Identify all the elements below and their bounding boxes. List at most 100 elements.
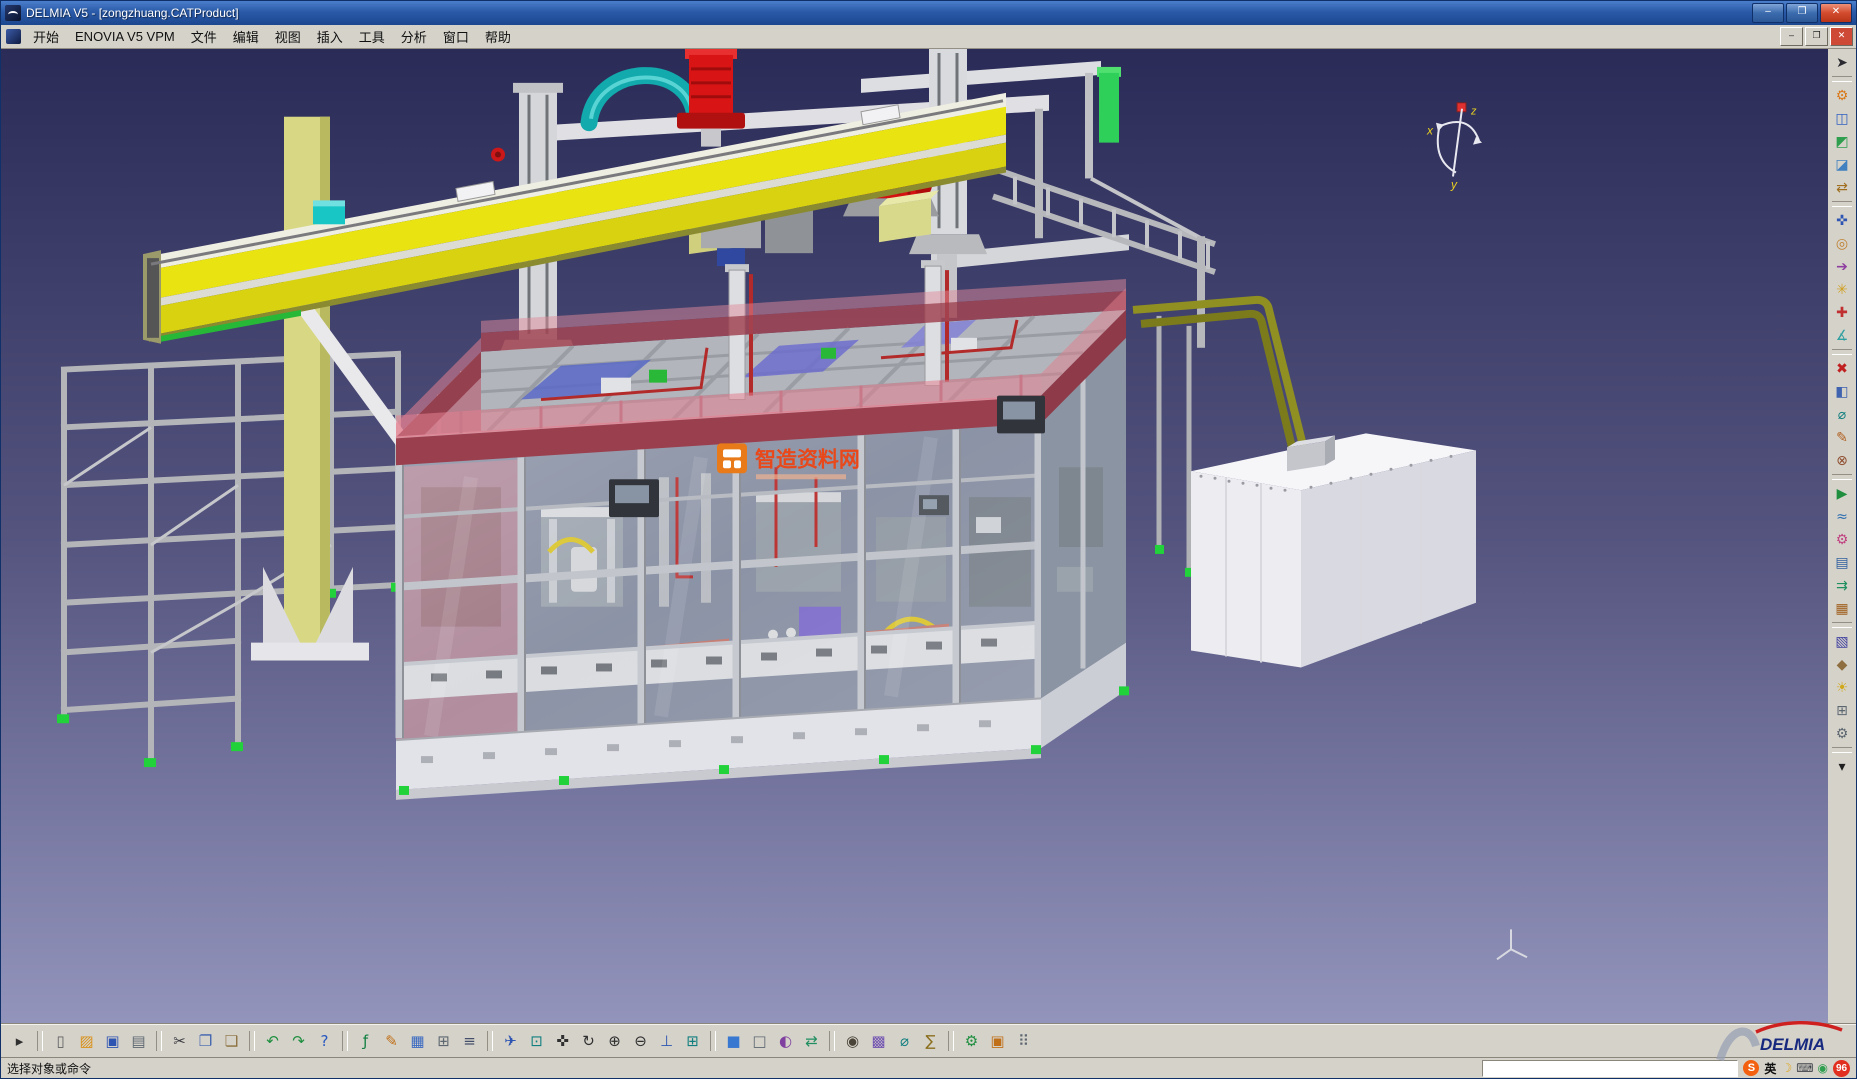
machine-enclosure[interactable] [396,260,1129,800]
hide-show-icon[interactable]: ◐ [773,1029,798,1053]
explode-icon[interactable]: ✳ [1830,278,1854,301]
resource-icon[interactable]: ▦ [1830,597,1854,620]
robot-task-icon[interactable]: ⚙ [1830,528,1854,551]
simulation-play-icon[interactable]: ▶ [1830,482,1854,505]
print-icon[interactable]: ▤ [126,1029,151,1053]
capture-icon[interactable]: ▣ [985,1029,1010,1053]
menu-start[interactable]: 开始 [25,25,67,48]
weld-spot-icon[interactable]: ⊗ [1830,449,1854,472]
menu-items: 开始ENOVIA V5 VPM文件编辑视图插入工具分析窗口帮助 [25,25,519,48]
settings-icon[interactable]: ⚙ [1830,722,1854,745]
toolbar-separator [37,1031,43,1051]
keyboard-icon[interactable]: ⌨ [1796,1061,1813,1075]
list-icon[interactable]: ≡ [457,1029,482,1053]
menu-enovia[interactable]: ENOVIA V5 VPM [67,27,183,46]
insert-part-icon[interactable]: ◪ [1830,153,1854,176]
menu-edit[interactable]: 编辑 [225,25,267,48]
close-button[interactable]: ✕ [1820,3,1852,23]
viewport-3d[interactable]: x y z 智造资料网 [1,49,1828,1024]
distance-band-icon[interactable]: ⌀ [1830,403,1854,426]
child-minimize-button[interactable]: – [1780,27,1803,46]
save-icon[interactable]: ▣ [100,1029,125,1053]
wireframe-view-icon[interactable]: □ [747,1029,772,1053]
bottom-toolbar: ▸▯▨▣▤✂❐❏↶↷?ƒ✎▦⊞≡✈⊡✜↻⊕⊖⊥⊞■□◐⇄◉▩⌀∑⚙▣⠿ [1,1024,1856,1057]
angle-constraint-icon[interactable]: ∡ [1830,324,1854,347]
toolbar-separator [1832,474,1852,480]
title-bar: DELMIA V5 - [zongzhuang.CATProduct] – ❐ … [1,1,1856,25]
smart-move-icon[interactable]: ➔ [1830,255,1854,278]
menu-view[interactable]: 视图 [267,25,309,48]
catalog-browser-icon[interactable]: ▧ [1830,630,1854,653]
toolbar-separator [829,1031,835,1051]
pan-icon[interactable]: ✜ [550,1029,575,1053]
zoom-out-icon[interactable]: ⊖ [628,1029,653,1053]
shaded-view-icon[interactable]: ■ [721,1029,746,1053]
command-input[interactable] [1482,1060,1738,1077]
grid-icon[interactable]: ⊞ [1830,699,1854,722]
new-file-icon[interactable]: ▯ [48,1029,73,1053]
redo-icon[interactable]: ↷ [286,1029,311,1053]
clash-analysis-icon[interactable]: ✖ [1830,357,1854,380]
cut-icon[interactable]: ✂ [167,1029,192,1053]
menu-tools[interactable]: 工具 [351,25,393,48]
menu-window[interactable]: 窗口 [435,25,477,48]
options-grid-icon[interactable]: ⠿ [1011,1029,1036,1053]
sectioning-icon[interactable]: ◧ [1830,380,1854,403]
compass-snap-icon[interactable]: ◎ [1830,232,1854,255]
toolbar-overflow-icon[interactable]: ▸ [7,1029,32,1053]
specification-tree-icon[interactable]: ⊞ [431,1029,456,1053]
mass-properties-icon[interactable]: ∑ [918,1029,943,1053]
measure-icon[interactable]: ⌀ [892,1029,917,1053]
annotation-icon[interactable]: ✎ [1830,426,1854,449]
notification-badge[interactable]: 96 [1833,1060,1850,1077]
status-bar: 选择对象或命令 S 英 ☽⌨◉ 96 [1,1057,1856,1078]
knowledge-gear-icon[interactable]: ⚙ [959,1029,984,1053]
light-icon[interactable]: ☀ [1830,676,1854,699]
select-arrow-icon[interactable]: ➤ [1830,51,1854,74]
menu-help[interactable]: 帮助 [477,25,519,48]
paste-icon[interactable]: ❏ [219,1029,244,1053]
fly-mode-icon[interactable]: ✈ [498,1029,523,1053]
toolbar-more-down-icon[interactable]: ▾ [1830,755,1854,778]
render-style-icon[interactable]: ▩ [866,1029,891,1053]
maximize-button[interactable]: ❐ [1786,3,1818,23]
swap-visible-space-icon[interactable]: ⇄ [799,1029,824,1053]
menu-file[interactable]: 文件 [183,25,225,48]
child-restore-button[interactable]: ❐ [1805,27,1828,46]
gantt-icon[interactable]: ▤ [1830,551,1854,574]
toolbar-separator [1832,747,1852,753]
zoom-in-icon[interactable]: ⊕ [602,1029,627,1053]
camera-icon[interactable]: ◉ [840,1029,865,1053]
workbench-icon[interactable]: ⚙ [1830,84,1854,107]
language-indicator[interactable]: 英 [1764,1060,1776,1077]
sogou-input-icon[interactable]: S [1743,1060,1759,1076]
whats-this-icon[interactable]: ? [312,1029,337,1053]
normal-view-icon[interactable]: ⊥ [654,1029,679,1053]
toolbar-separator [1832,622,1852,628]
design-table-icon[interactable]: ▦ [405,1029,430,1053]
menu-insert[interactable]: 插入 [309,25,351,48]
replace-component-icon[interactable]: ⇄ [1830,176,1854,199]
moon-icon[interactable]: ☽ [1781,1061,1792,1075]
open-folder-icon[interactable]: ▨ [74,1029,99,1053]
menu-analyze[interactable]: 分析 [393,25,435,48]
fit-all-in-icon[interactable]: ⊡ [524,1029,549,1053]
rule-editor-icon[interactable]: ✎ [379,1029,404,1053]
toolbar-separator [487,1031,493,1051]
move-manipulate-icon[interactable]: ✜ [1830,209,1854,232]
track-icon[interactable]: ≈ [1830,505,1854,528]
toolbar-separator [710,1031,716,1051]
product-structure-icon[interactable]: ◫ [1830,107,1854,130]
copy-icon[interactable]: ❐ [193,1029,218,1053]
process-icon[interactable]: ⇉ [1830,574,1854,597]
undo-icon[interactable]: ↶ [260,1029,285,1053]
toolbox-icon[interactable]: ◉ [1818,1061,1828,1075]
rotate-icon[interactable]: ↻ [576,1029,601,1053]
child-close-button[interactable]: ✕ [1830,27,1853,46]
minimize-button[interactable]: – [1752,3,1784,23]
material-icon[interactable]: ◆ [1830,653,1854,676]
insert-component-icon[interactable]: ◩ [1830,130,1854,153]
multi-view-icon[interactable]: ⊞ [680,1029,705,1053]
formula-icon[interactable]: ƒ [353,1029,378,1053]
fix-constraint-icon[interactable]: ✚ [1830,301,1854,324]
